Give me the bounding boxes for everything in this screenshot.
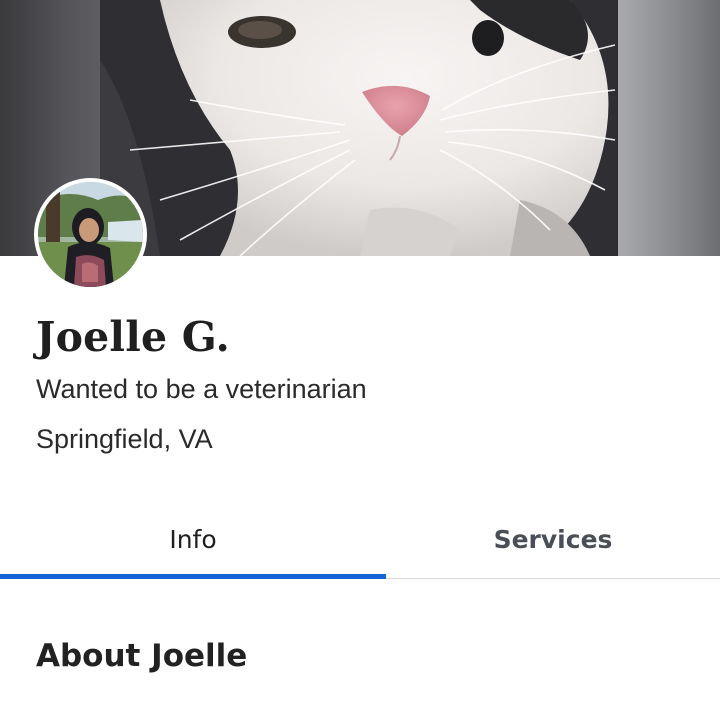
tab-info[interactable]: Info — [0, 500, 386, 579]
about-body — [36, 706, 696, 720]
about-heading: About Joelle — [36, 638, 248, 674]
tab-services[interactable]: Services — [386, 500, 720, 578]
profile-location: Springfield, VA — [36, 424, 213, 454]
tab-info-label: Info — [169, 524, 217, 554]
tab-services-label: Services — [493, 524, 613, 554]
cat-photo — [100, 0, 618, 256]
profile-photo — [38, 182, 143, 287]
profile-tagline: Wanted to be a veterinarian — [36, 374, 367, 404]
avatar[interactable] — [34, 178, 147, 291]
profile-tabs: Info Services — [0, 500, 720, 579]
cover-blur-right — [618, 0, 720, 256]
profile-name: Joelle G. — [36, 313, 230, 361]
active-tab-indicator — [0, 574, 386, 579]
